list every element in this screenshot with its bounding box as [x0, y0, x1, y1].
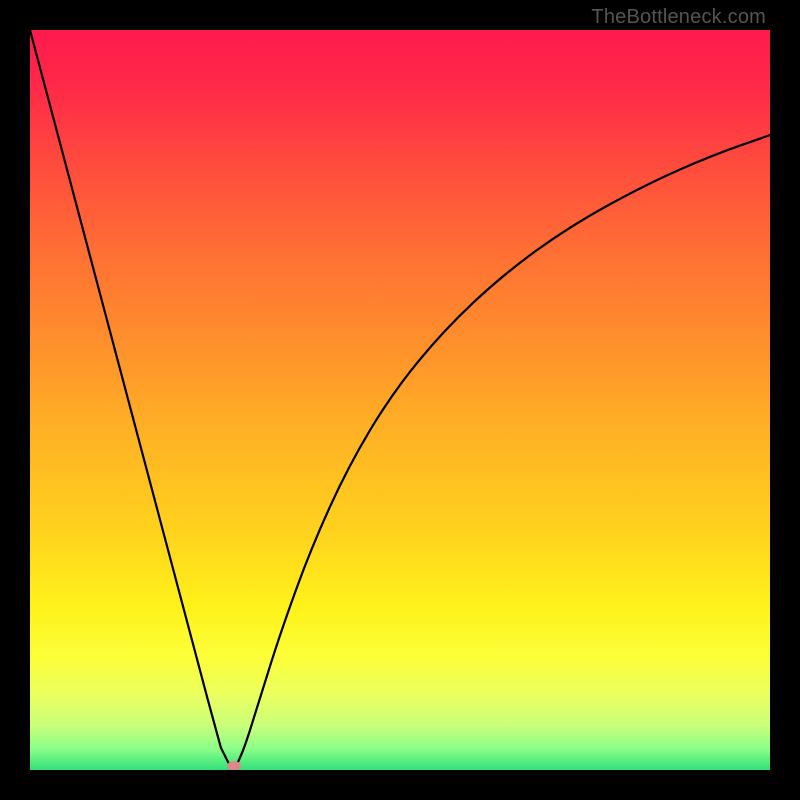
- bottleneck-marker: [227, 761, 241, 770]
- plot-area: [30, 30, 770, 770]
- chart-frame: TheBottleneck.com: [0, 0, 800, 800]
- watermark-text: TheBottleneck.com: [591, 6, 766, 29]
- curve: [30, 30, 770, 770]
